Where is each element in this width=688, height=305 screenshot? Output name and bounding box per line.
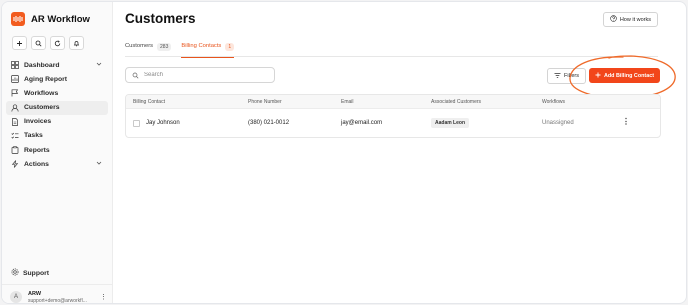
flag-icon <box>11 89 19 97</box>
user-email: support+demo@arworkfl... <box>28 298 87 304</box>
search-icon[interactable] <box>31 36 46 50</box>
tab-billing-contacts[interactable]: Billing Contacts 1 <box>181 39 235 58</box>
search-input[interactable] <box>144 72 264 78</box>
workflow-status: Unassigned <box>542 120 574 126</box>
sidebar-item-label: Dashboard <box>24 61 60 69</box>
column-header[interactable]: Associated Customers <box>431 99 481 105</box>
user-profile[interactable]: A ARW support+demo@arworkfl... ⋮ <box>2 284 113 304</box>
page-title: Customers <box>125 11 196 26</box>
more-vertical-icon[interactable]: ⋮ <box>622 117 630 126</box>
filters-label: Filters <box>564 73 579 79</box>
avatar: A <box>10 291 22 303</box>
contact-name: Jay Johnson <box>146 120 180 126</box>
tab-bar: Customers 283 Billing Contacts 1 <box>125 39 658 58</box>
how-it-works-button[interactable]: How it works <box>602 12 658 27</box>
sidebar-item-label: Customers <box>24 104 60 112</box>
sidebar-item-reports[interactable]: Reports <box>6 143 108 157</box>
user-icon <box>11 104 19 112</box>
sidebar: AR Workflow Dashboard Aging Report Workf… <box>2 2 113 303</box>
sidebar-item-invoices[interactable]: Invoices <box>6 115 108 129</box>
gear-icon <box>11 268 19 278</box>
email: jay@email.com <box>341 120 383 126</box>
chevron-down-icon <box>96 160 102 168</box>
column-header[interactable]: Billing Contact <box>133 99 165 105</box>
filters-button[interactable]: Filters <box>547 68 586 84</box>
column-header[interactable]: Email <box>341 99 354 105</box>
sidebar-item-workflows[interactable]: Workflows <box>6 86 108 100</box>
sidebar-nav: Dashboard Aging Report Workflows Custome… <box>6 58 108 172</box>
tab-count: 1 <box>225 43 235 51</box>
sidebar-item-label: Tasks <box>24 132 43 140</box>
filter-icon <box>554 72 561 81</box>
add-billing-contact-label: Add Billing Contact <box>603 72 654 79</box>
sidebar-item-label: Invoices <box>24 118 52 126</box>
chevron-down-icon <box>96 61 102 69</box>
customer-chip[interactable]: Aadam Leon <box>431 118 470 128</box>
add-billing-contact-button[interactable]: Add Billing Contact <box>589 68 660 83</box>
search-icon <box>132 66 139 84</box>
billing-contacts-table: Billing Contact Phone Number Email Assoc… <box>125 94 661 138</box>
logo-icon <box>11 12 25 26</box>
report-icon <box>11 75 19 84</box>
add-icon[interactable] <box>12 36 27 50</box>
sidebar-item-actions[interactable]: Actions <box>6 157 108 171</box>
grid-icon <box>11 61 19 69</box>
table-header: Billing Contact Phone Number Email Assoc… <box>126 95 660 109</box>
column-header[interactable]: Phone Number <box>248 99 282 105</box>
sidebar-item-customers[interactable]: Customers <box>6 100 108 115</box>
search-box[interactable] <box>125 67 275 83</box>
help-circle-icon <box>610 15 617 24</box>
sidebar-item-tasks[interactable]: Tasks <box>6 129 108 143</box>
more-vertical-icon[interactable]: ⋮ <box>100 293 107 301</box>
main-content: Customers How it works Customers 283 Bil… <box>113 2 686 303</box>
sidebar-item-label: Workflows <box>24 89 59 97</box>
brand[interactable]: AR Workflow <box>11 12 90 26</box>
how-it-works-label: How it works <box>619 16 651 23</box>
column-header[interactable]: Workflows <box>542 99 565 105</box>
bolt-icon <box>11 160 19 169</box>
sidebar-item-label: Reports <box>24 146 50 154</box>
support-label: Support <box>23 269 50 277</box>
quick-actions <box>12 36 84 50</box>
app-name: AR Workflow <box>31 13 90 25</box>
phone-number: (380) 021-0012 <box>248 120 290 126</box>
tab-count: 283 <box>157 43 172 51</box>
sidebar-item-aging-report[interactable]: Aging Report <box>6 72 108 86</box>
sidebar-item-dashboard[interactable]: Dashboard <box>6 58 108 72</box>
support-link[interactable]: Support <box>11 268 49 278</box>
user-name: ARW <box>28 291 42 297</box>
app-window: AR Workflow Dashboard Aging Report Workf… <box>1 1 687 304</box>
tab-label: Customers <box>125 43 154 49</box>
checklist-icon <box>11 132 19 140</box>
sidebar-item-label: Actions <box>24 160 49 168</box>
plus-icon <box>595 72 601 80</box>
clipboard-icon <box>11 146 19 154</box>
table-row[interactable]: Jay Johnson (380) 021-0012 jay@email.com… <box>126 109 660 137</box>
tab-customers[interactable]: Customers 283 <box>125 39 172 57</box>
refresh-icon[interactable] <box>50 36 65 50</box>
bell-icon[interactable] <box>69 36 84 50</box>
sidebar-item-label: Aging Report <box>24 75 68 83</box>
document-icon <box>11 117 19 126</box>
row-checkbox[interactable] <box>133 120 140 127</box>
tab-label: Billing Contacts <box>181 43 222 49</box>
